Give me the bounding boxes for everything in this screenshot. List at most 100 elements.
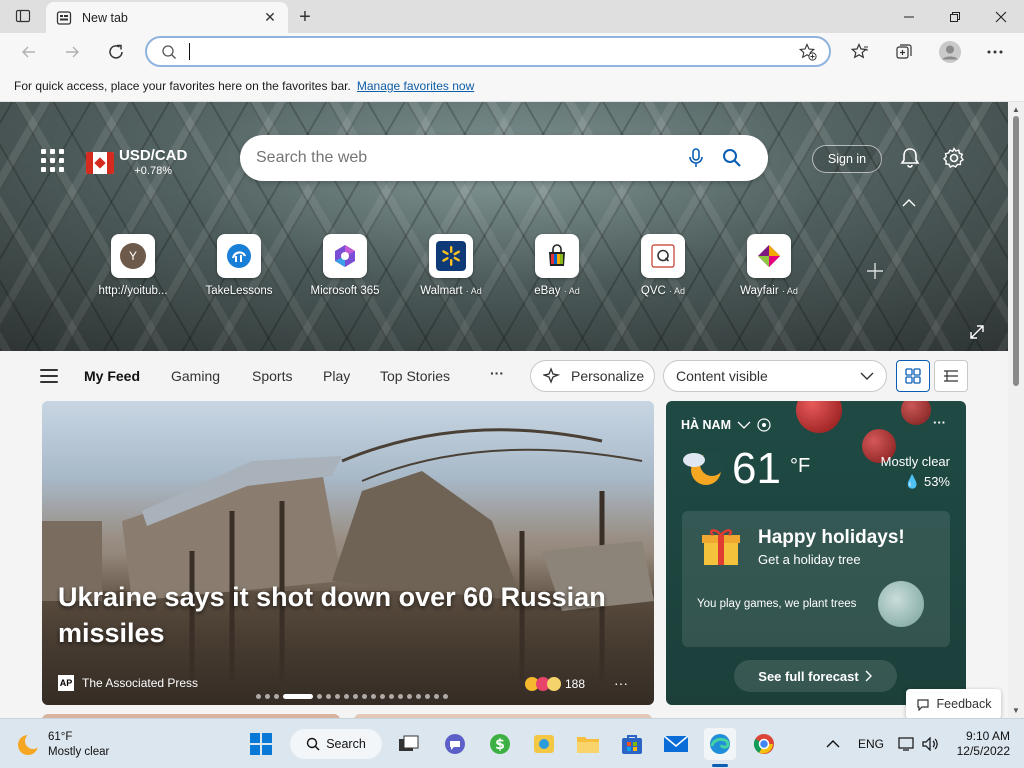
chevron-up-icon — [902, 199, 916, 207]
plus-icon — [867, 263, 883, 279]
input-language-button[interactable]: ENG — [858, 719, 884, 768]
tab-new-tab[interactable]: New tab ✕ — [46, 2, 288, 33]
new-tab-button[interactable]: + — [294, 6, 316, 28]
add-quick-link-button[interactable] — [862, 258, 888, 284]
quick-link-label: Wayfair · Ad — [740, 285, 798, 297]
forward-button[interactable] — [58, 39, 86, 65]
taskbar-weather-widget[interactable]: 61°F Mostly clear — [16, 730, 109, 760]
web-search-input[interactable] — [256, 149, 678, 167]
app-launcher-button[interactable] — [38, 146, 66, 174]
weather-location[interactable]: HÀ NAM — [681, 418, 771, 432]
voice-search-button[interactable] — [678, 140, 714, 176]
feedback-button[interactable]: Feedback — [906, 689, 1001, 718]
favorites-button[interactable] — [846, 39, 874, 65]
refresh-button[interactable] — [102, 39, 130, 65]
quick-link-microsoft365[interactable]: Microsoft 365 — [292, 234, 398, 297]
profile-button[interactable] — [936, 39, 964, 65]
manage-favorites-link[interactable]: Manage favorites now — [357, 79, 474, 93]
tab-gaming[interactable]: Gaming — [171, 368, 220, 384]
reaction-count: 188 — [565, 677, 586, 691]
system-tray-icons[interactable] — [898, 719, 940, 768]
takelessons-icon — [227, 244, 251, 268]
grid-view-button[interactable] — [896, 360, 930, 392]
see-full-forecast-button[interactable]: See full forecast — [734, 660, 897, 692]
scrollbar-thumb[interactable] — [1013, 116, 1019, 386]
story-more-button[interactable]: ··· — [614, 675, 628, 691]
tab-actions-button[interactable] — [8, 5, 38, 27]
weather-condition: Mostly clear 💧 53% — [880, 454, 950, 489]
show-hidden-icons-button[interactable] — [826, 719, 840, 768]
tab-sports[interactable]: Sports — [252, 368, 292, 384]
notifications-button[interactable] — [897, 145, 923, 171]
add-favorite-button[interactable] — [793, 39, 823, 65]
more-tabs-button[interactable]: ··· — [490, 365, 504, 381]
scroll-up-icon[interactable]: ▲ — [1011, 104, 1021, 114]
money-app-button[interactable]: $ — [484, 728, 516, 760]
tab-play[interactable]: Play — [323, 368, 350, 384]
quick-link-wayfair[interactable]: Wayfair · Ad — [716, 234, 822, 297]
web-search-box[interactable] — [240, 135, 768, 181]
story-source[interactable]: AP The Associated Press — [58, 675, 198, 691]
taskbar-weather-temp: 61°F — [48, 731, 73, 743]
list-view-button[interactable] — [934, 360, 968, 392]
start-button[interactable] — [245, 728, 277, 760]
story-reactions[interactable]: 188 — [525, 677, 586, 691]
feed-menu-button[interactable] — [40, 369, 58, 383]
page-settings-button[interactable] — [941, 145, 967, 171]
top-story-card[interactable]: Ukraine says it shot down over 60 Russia… — [42, 401, 654, 705]
address-bar[interactable] — [145, 36, 831, 67]
minimize-button[interactable] — [886, 0, 932, 33]
droplet-icon: 💧 — [904, 474, 921, 489]
minimize-icon — [904, 16, 914, 17]
address-input[interactable] — [202, 43, 793, 60]
restore-button[interactable] — [932, 0, 978, 33]
collections-button[interactable] — [890, 39, 918, 65]
photos-app-button[interactable] — [528, 728, 560, 760]
expand-background-button[interactable] — [964, 319, 990, 345]
file-explorer-button[interactable] — [572, 728, 604, 760]
tab-my-feed[interactable]: My Feed — [84, 368, 140, 384]
taskbar-weather-desc: Mostly clear — [48, 746, 110, 758]
favorites-bar: For quick access, place your favorites h… — [0, 71, 1024, 102]
personalize-button[interactable]: Personalize — [530, 360, 655, 392]
quick-link-qvc[interactable]: QVC · Ad — [610, 234, 716, 297]
weather-unit[interactable]: °F — [790, 455, 810, 478]
chrome-button[interactable] — [748, 728, 780, 760]
close-window-button[interactable] — [978, 0, 1024, 33]
ap-logo-icon: AP — [58, 675, 74, 691]
list-icon — [944, 370, 958, 382]
holiday-promo[interactable]: Happy holidays! Get a holiday tree You p… — [682, 511, 950, 647]
weather-card[interactable]: HÀ NAM ··· 61 °F Mostly clear 💧 53% Happ… — [666, 401, 966, 705]
scroll-down-icon[interactable]: ▼ — [1011, 705, 1021, 715]
collapse-hero-button[interactable] — [896, 190, 922, 216]
quick-link-takelessons[interactable]: TakeLessons — [186, 234, 292, 297]
taskbar-search-button[interactable]: Search — [290, 729, 382, 759]
web-search-button[interactable] — [714, 140, 750, 176]
currency-widget[interactable]: USD/CAD +0.78% — [86, 148, 187, 178]
store-button[interactable] — [616, 728, 648, 760]
system-clock[interactable]: 9:10 AM 12/5/2022 — [952, 729, 1010, 759]
task-view-button[interactable] — [393, 728, 425, 760]
mail-button[interactable] — [660, 728, 692, 760]
page-scrollbar[interactable]: ▲ ▼ — [1008, 102, 1024, 718]
teams-chat-button[interactable] — [439, 728, 471, 760]
edge-button[interactable] — [704, 728, 736, 760]
sign-in-button[interactable]: Sign in — [812, 145, 882, 173]
close-tab-icon[interactable]: ✕ — [262, 9, 278, 26]
story-headline[interactable]: Ukraine says it shot down over 60 Russia… — [58, 579, 628, 651]
content-visibility-select[interactable]: Content visible — [663, 360, 887, 392]
new-tab-page: USD/CAD +0.78% Sign in Y http:/ — [0, 102, 1008, 718]
quick-link-walmart[interactable]: Walmart · Ad — [398, 234, 504, 297]
story-source-name: The Associated Press — [82, 676, 199, 690]
weather-more-button[interactable]: ··· — [933, 415, 946, 430]
quick-link-ebay[interactable]: eBay · Ad — [504, 234, 610, 297]
settings-more-button[interactable] — [981, 39, 1009, 65]
star-add-icon — [799, 42, 817, 61]
microsoft365-icon — [335, 245, 355, 267]
quick-link-youtube[interactable]: Y http://yoitub... — [80, 234, 186, 297]
tab-top-stories[interactable]: Top Stories — [380, 368, 450, 384]
back-arrow-icon — [22, 46, 35, 58]
mail-icon — [663, 735, 689, 752]
back-button[interactable] — [15, 39, 43, 65]
clock-time: 9:10 AM — [965, 729, 1010, 743]
